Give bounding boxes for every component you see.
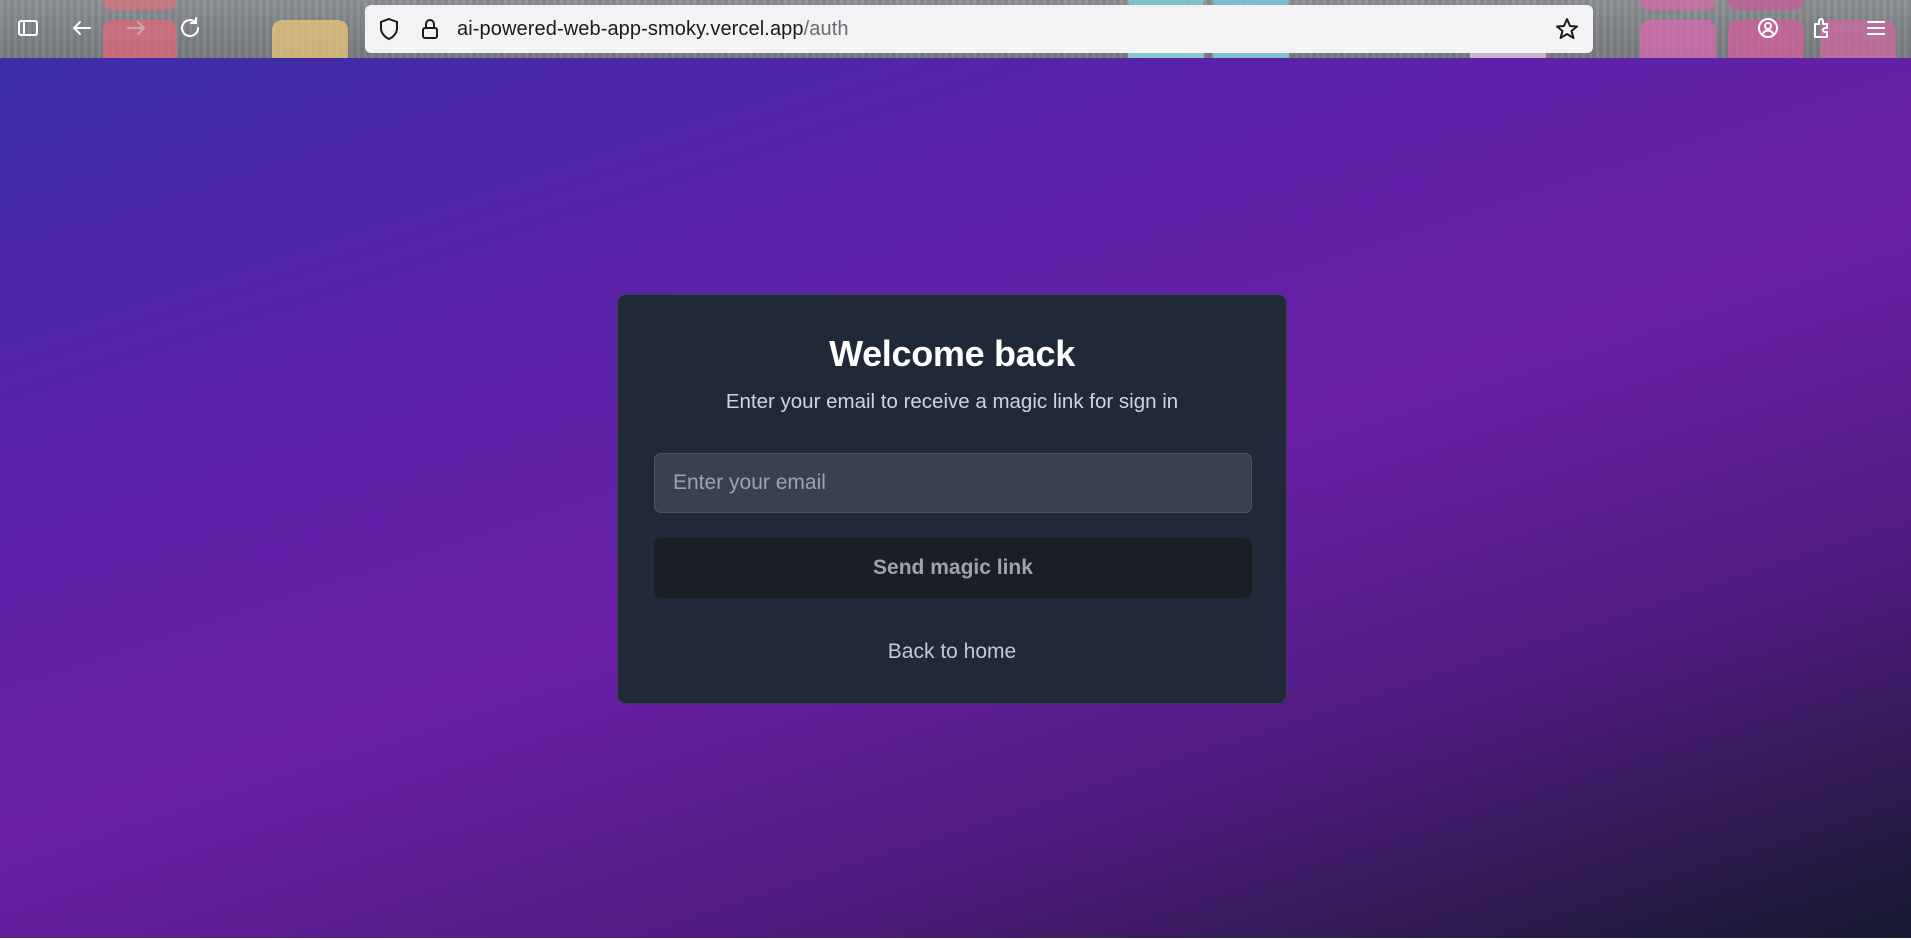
account-icon — [1758, 18, 1778, 38]
shield-icon[interactable] — [377, 17, 401, 41]
url-path: /auth — [803, 18, 849, 40]
url-host: ai-powered-web-app-smoky.vercel.app — [457, 18, 804, 40]
app-menu-button[interactable] — [1858, 10, 1894, 46]
forward-button[interactable] — [118, 10, 154, 46]
star-icon[interactable] — [1555, 17, 1579, 41]
send-magic-link-button[interactable]: Send magic link — [654, 538, 1252, 598]
account-button[interactable] — [1750, 10, 1786, 46]
url-text[interactable]: ai-powered-web-app-smoky.vercel.app/auth — [457, 18, 849, 41]
reload-icon — [181, 17, 200, 37]
address-bar[interactable]: ai-powered-web-app-smoky.vercel.app/auth — [365, 5, 1593, 53]
page-subtitle: Enter your email to receive a magic link… — [725, 390, 1179, 413]
browser-toolbar: ai-powered-web-app-smoky.vercel.app/auth — [0, 0, 1911, 58]
reload-button[interactable] — [172, 10, 208, 46]
forward-arrow-icon — [127, 21, 145, 35]
toolbar-wallpaper-tile — [1640, 0, 1716, 10]
extensions-icon — [1814, 18, 1828, 38]
toolbar-wallpaper-tile — [272, 20, 348, 58]
extensions-button[interactable] — [1804, 10, 1840, 46]
back-button[interactable] — [64, 10, 100, 46]
back-arrow-icon — [73, 21, 91, 35]
auth-card: Welcome back Enter your email to receive… — [617, 294, 1287, 704]
toolbar-wallpaper-tile — [1640, 20, 1716, 58]
toolbar-wallpaper-tile — [103, 0, 177, 10]
page-title: Welcome back — [829, 333, 1075, 374]
sidebar-toggle-button[interactable] — [10, 10, 46, 46]
lock-icon[interactable] — [418, 17, 442, 41]
page-viewport: Welcome back Enter your email to receive… — [0, 58, 1911, 940]
hamburger-menu-icon — [1867, 21, 1885, 35]
back-to-home-link[interactable]: Back to home — [618, 640, 1286, 664]
email-field[interactable] — [654, 453, 1252, 513]
toolbar-wallpaper-tile — [1728, 0, 1804, 10]
sidebar-icon — [18, 20, 38, 36]
